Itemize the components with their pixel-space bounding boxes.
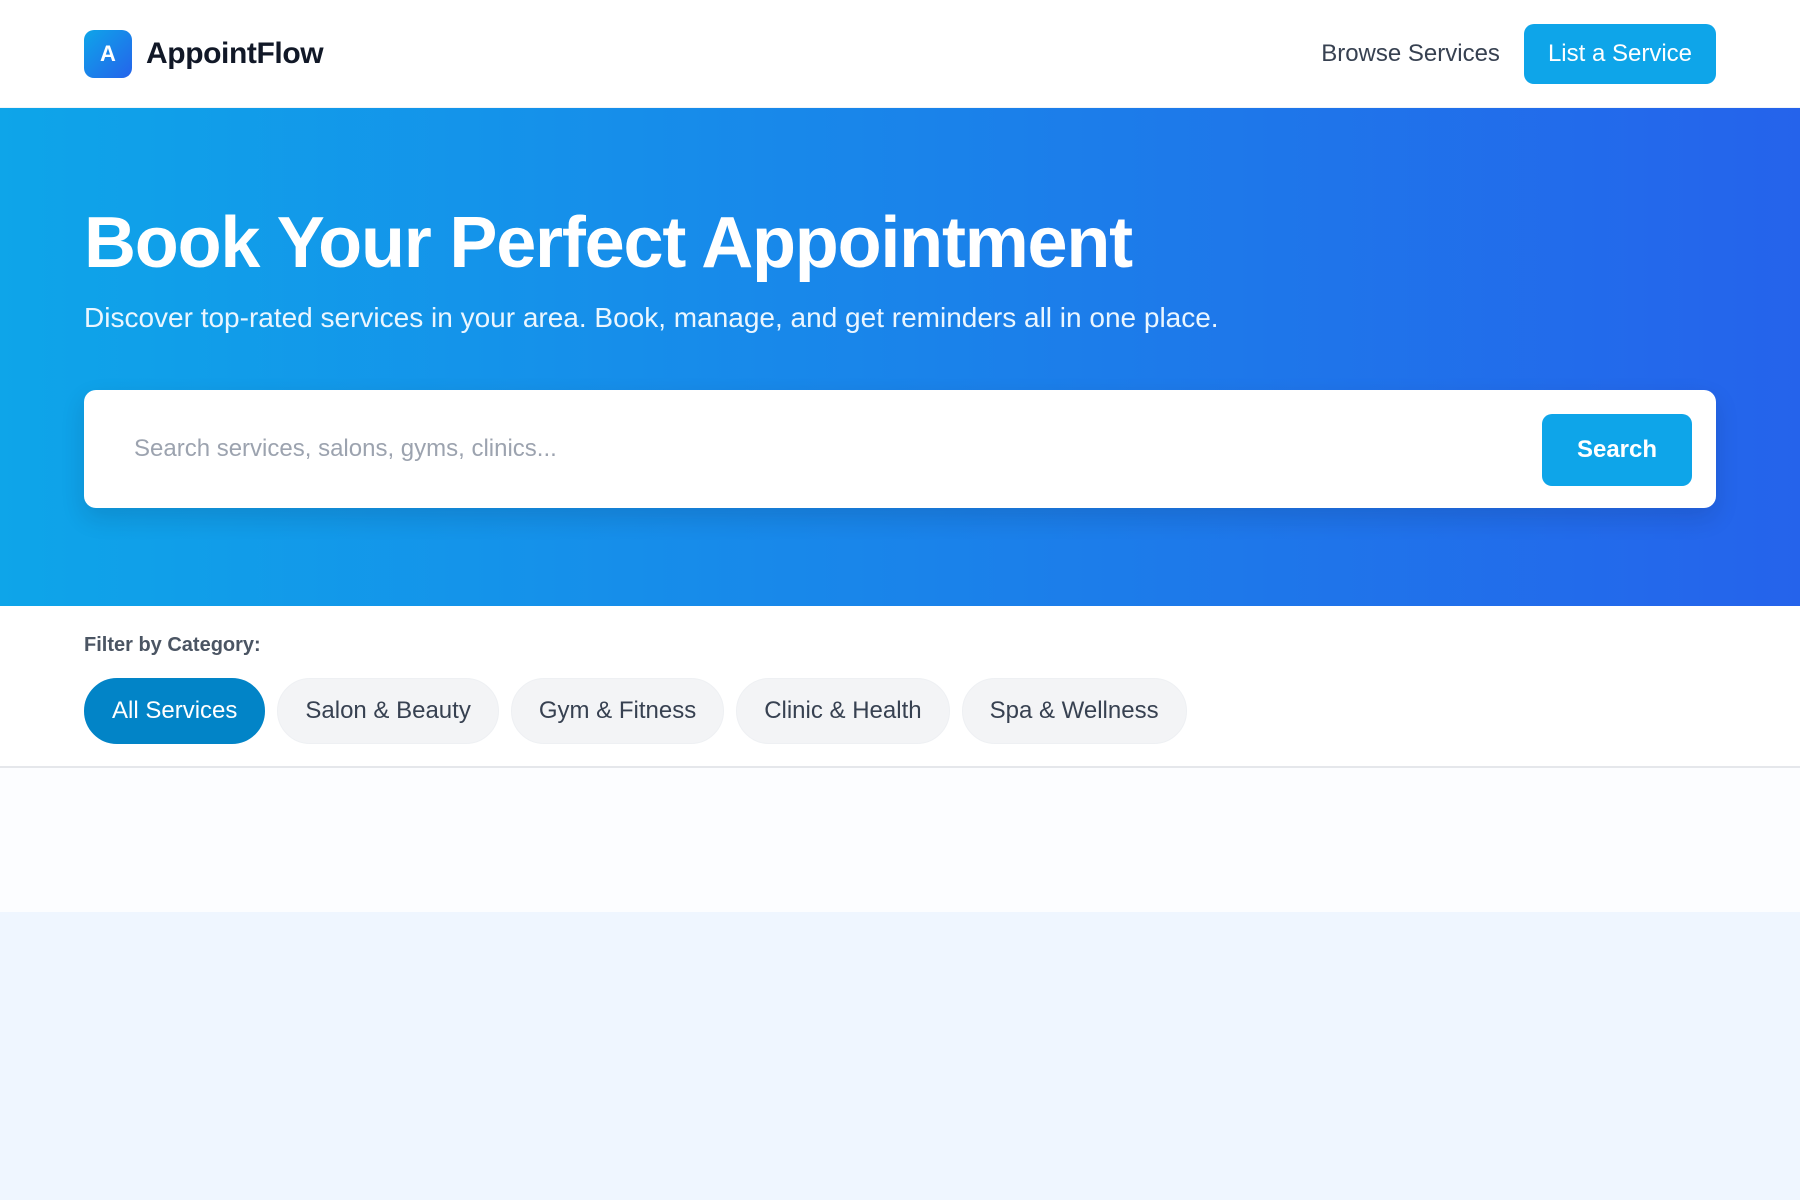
category-chip-all-services[interactable]: All Services <box>84 678 266 744</box>
category-filter-section: Filter by Category: All Services Salon &… <box>0 606 1800 768</box>
hero-subtitle: Discover top-rated services in your area… <box>84 302 1219 333</box>
hero-banner: Book Your Perfect Appointment Discover t… <box>0 108 1800 606</box>
hero-title: Book Your Perfect Appointment <box>84 203 1133 283</box>
category-chip-salon-beauty[interactable]: Salon & Beauty <box>277 678 499 744</box>
results-area <box>0 768 1800 912</box>
category-chip-spa-wellness[interactable]: Spa & Wellness <box>961 678 1187 744</box>
list-a-service-button[interactable]: List a Service <box>1523 24 1716 84</box>
filter-label: Filter by Category: <box>84 634 261 656</box>
logo-icon: A <box>84 30 132 78</box>
category-chip-clinic-health[interactable]: Clinic & Health <box>736 678 950 744</box>
page-background <box>0 912 1800 1200</box>
top-navigation-bar: A AppointFlow Browse Services List a Ser… <box>0 0 1800 108</box>
search-button[interactable]: Search <box>1542 414 1692 486</box>
main-nav: Browse Services List a Service <box>1321 24 1716 84</box>
brand-logo-link[interactable]: A AppointFlow <box>84 30 324 78</box>
brand-name: AppointFlow <box>146 37 324 70</box>
category-chip-gym-fitness[interactable]: Gym & Fitness <box>510 678 725 744</box>
search-panel: Search <box>84 390 1716 508</box>
category-chip-group: All Services Salon & Beauty Gym & Fitnes… <box>84 678 1199 744</box>
search-input[interactable] <box>132 424 1432 474</box>
browse-services-link[interactable]: Browse Services <box>1321 40 1500 68</box>
